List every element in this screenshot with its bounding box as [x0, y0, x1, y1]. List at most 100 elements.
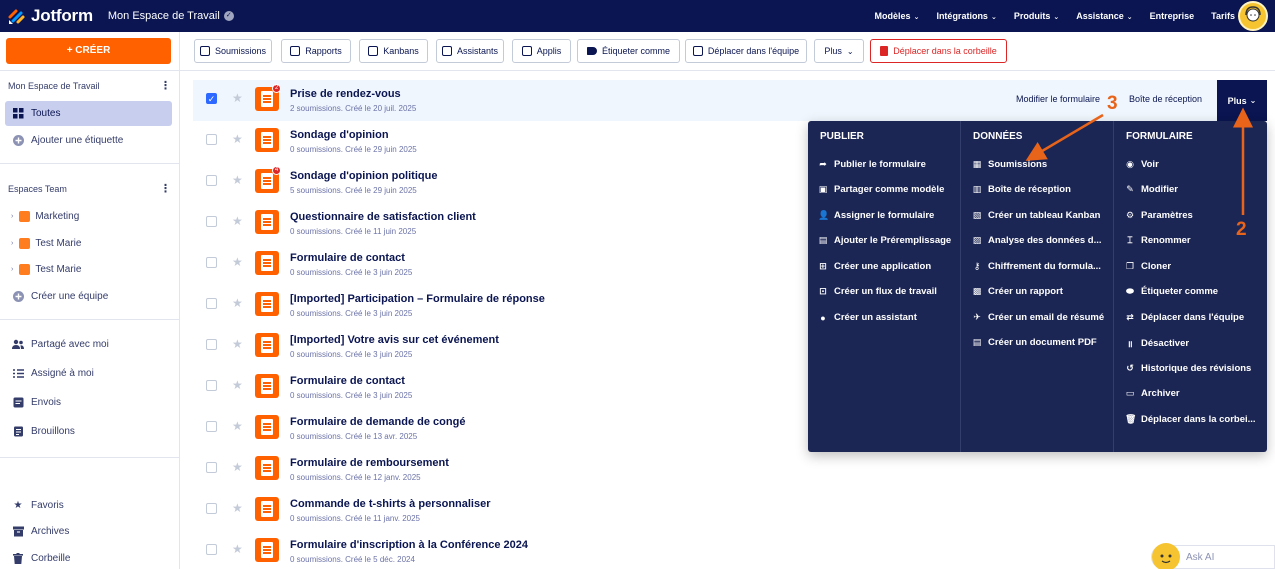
- row-checkbox[interactable]: [206, 421, 217, 432]
- toolbar-trash-button[interactable]: Déplacer dans la corbeille: [870, 39, 1007, 63]
- star-icon[interactable]: ★: [232, 132, 243, 146]
- menu-item-edit[interactable]: ✎ Modifier: [1125, 184, 1178, 195]
- chevron-right-icon[interactable]: ›: [11, 240, 13, 247]
- form-title[interactable]: [Imported] Participation – Formulaire de…: [290, 293, 545, 305]
- toolbar-submissions-button[interactable]: Soumissions: [194, 39, 272, 63]
- form-row[interactable]: ★ Commande de t-shirts à personnaliser 0…: [193, 490, 1259, 531]
- menu-item-create-app[interactable]: ⊞ Créer une application: [818, 261, 931, 272]
- row-checkbox[interactable]: [206, 175, 217, 186]
- form-title[interactable]: Formulaire de remboursement: [290, 457, 449, 469]
- row-checkbox[interactable]: ✓: [206, 93, 217, 104]
- sidebar-team-test-marie-2[interactable]: › Test Marie: [5, 257, 172, 282]
- star-icon[interactable]: ★: [232, 542, 243, 556]
- star-icon[interactable]: ★: [232, 460, 243, 474]
- ask-ai-button[interactable]: Ask AI: [1151, 543, 1275, 569]
- form-title[interactable]: Prise de rendez-vous: [290, 88, 401, 100]
- star-icon[interactable]: ★: [232, 501, 243, 515]
- inbox-link[interactable]: Boîte de réception: [1129, 94, 1202, 104]
- row-checkbox[interactable]: [206, 298, 217, 309]
- menu-item-create-report[interactable]: ▩ Créer un rapport: [972, 286, 1063, 297]
- form-title[interactable]: Formulaire de demande de congé: [290, 416, 465, 428]
- form-title[interactable]: Formulaire de contact: [290, 252, 405, 264]
- menu-item-data-analysis[interactable]: ▨ Analyse des données d...: [972, 235, 1102, 246]
- star-icon[interactable]: ★: [232, 378, 243, 392]
- menu-item-inbox[interactable]: ▥ Boîte de réception: [972, 184, 1071, 195]
- sidebar-item-all[interactable]: Toutes: [5, 101, 172, 126]
- menu-item-kanban[interactable]: ▧ Créer un tableau Kanban: [972, 210, 1101, 221]
- menu-item-settings[interactable]: ⚙ Paramètres: [1125, 210, 1193, 221]
- form-title[interactable]: [Imported] Votre avis sur cet événement: [290, 334, 499, 346]
- sidebar-create-team[interactable]: Créer une équipe: [5, 284, 172, 309]
- sidebar-item-shared[interactable]: Partagé avec moi: [5, 332, 172, 357]
- workspace-kebab-icon[interactable]: ⋮: [160, 79, 171, 92]
- menu-item-archive[interactable]: ▭ Archiver: [1125, 388, 1180, 399]
- jotform-logo[interactable]: Jotform: [8, 6, 93, 26]
- row-checkbox[interactable]: [206, 257, 217, 268]
- row-more-button[interactable]: Plus ⌄: [1217, 80, 1267, 121]
- toolbar-more-button[interactable]: Plus ⌄: [814, 39, 864, 63]
- sidebar-item-envois[interactable]: Envois: [5, 390, 172, 415]
- row-checkbox[interactable]: [206, 134, 217, 145]
- form-title[interactable]: Sondage d'opinion politique: [290, 170, 437, 182]
- star-icon[interactable]: ★: [232, 337, 243, 351]
- row-checkbox[interactable]: [206, 462, 217, 473]
- menu-item-move-team[interactable]: ⇄ Déplacer dans l'équipe: [1125, 312, 1244, 323]
- nav-integrations[interactable]: Intégrations ⌄: [936, 11, 996, 21]
- form-title[interactable]: Commande de t-shirts à personnaliser: [290, 498, 491, 510]
- row-checkbox[interactable]: [206, 339, 217, 350]
- toolbar-move-team-button[interactable]: Déplacer dans l'équipe: [685, 39, 807, 63]
- row-checkbox[interactable]: [206, 216, 217, 227]
- sidebar-item-assigned[interactable]: Assigné à moi: [5, 361, 172, 386]
- menu-item-move-trash[interactable]: 🗑 Déplacer dans la corbei...: [1125, 414, 1256, 425]
- star-icon[interactable]: ★: [232, 214, 243, 228]
- menu-item-publish-form[interactable]: ➦ Publier le formulaire: [818, 159, 926, 170]
- menu-item-label-as[interactable]: ⬬ Étiqueter comme: [1125, 286, 1218, 297]
- menu-item-rename[interactable]: ⌶ Renommer: [1125, 235, 1190, 246]
- form-row[interactable]: ✓ ★ 2 Prise de rendez-vous 2 soumissions…: [193, 80, 1267, 121]
- nav-produits[interactable]: Produits ⌄: [1014, 11, 1059, 21]
- chevron-right-icon[interactable]: ›: [11, 213, 13, 220]
- create-button[interactable]: + CRÉER: [6, 38, 171, 64]
- menu-item-create-workflow[interactable]: ⊡ Créer un flux de travail: [818, 286, 937, 297]
- toolbar-kanbans-button[interactable]: Kanbans: [359, 39, 428, 63]
- teams-kebab-icon[interactable]: ⋮: [160, 182, 171, 195]
- nav-tarifs[interactable]: Tarifs: [1211, 11, 1235, 21]
- toolbar-assistants-button[interactable]: Assistants: [436, 39, 504, 63]
- sidebar-add-label[interactable]: Ajouter une étiquette: [5, 128, 172, 153]
- menu-item-share-template[interactable]: ▣ Partager comme modèle: [818, 184, 945, 195]
- menu-item-encryption[interactable]: ⚷ Chiffrement du formula...: [972, 261, 1101, 272]
- row-checkbox[interactable]: [206, 380, 217, 391]
- sidebar-item-favorites[interactable]: ★ Favoris: [5, 493, 172, 518]
- edit-form-link[interactable]: Modifier le formulaire: [1016, 94, 1100, 104]
- form-title[interactable]: Formulaire d'inscription à la Conférence…: [290, 539, 528, 551]
- star-icon[interactable]: ★: [232, 255, 243, 269]
- toolbar-apps-button[interactable]: Applis: [512, 39, 571, 63]
- nav-assistance[interactable]: Assistance ⌄: [1076, 11, 1132, 21]
- star-icon[interactable]: ★: [232, 91, 243, 105]
- star-icon[interactable]: ★: [232, 419, 243, 433]
- menu-item-create-assistant[interactable]: ● Créer un assistant: [818, 312, 917, 323]
- star-icon[interactable]: ★: [232, 173, 243, 187]
- menu-item-create-pdf[interactable]: ▤ Créer un document PDF: [972, 337, 1097, 348]
- sidebar-team-marketing[interactable]: › Marketing: [5, 204, 172, 229]
- sidebar-item-drafts[interactable]: Brouillons: [5, 419, 172, 444]
- menu-item-history[interactable]: ↺ Historique des révisions: [1125, 363, 1251, 374]
- row-checkbox[interactable]: [206, 544, 217, 555]
- toolbar-reports-button[interactable]: Rapports: [281, 39, 351, 63]
- form-title[interactable]: Formulaire de contact: [290, 375, 405, 387]
- form-row[interactable]: ★ Formulaire d'inscription à la Conféren…: [193, 531, 1259, 569]
- menu-item-submissions[interactable]: ▦ Soumissions: [972, 159, 1047, 170]
- sidebar-team-test-marie[interactable]: › Test Marie: [5, 231, 172, 256]
- menu-item-summary-email[interactable]: ✈ Créer un email de résumé: [972, 312, 1104, 323]
- menu-item-assign-form[interactable]: 👤 Assigner le formulaire: [818, 210, 934, 221]
- menu-item-view[interactable]: ◉ Voir: [1125, 159, 1159, 170]
- toolbar-label-button[interactable]: Étiqueter comme: [577, 39, 680, 63]
- row-checkbox[interactable]: [206, 503, 217, 514]
- nav-modeles[interactable]: Modèles ⌄: [875, 11, 920, 21]
- user-avatar[interactable]: [1238, 1, 1268, 31]
- form-row[interactable]: ★ Formulaire de remboursement 0 soumissi…: [193, 449, 1259, 490]
- nav-entreprise[interactable]: Entreprise: [1150, 11, 1195, 21]
- chevron-right-icon[interactable]: ›: [11, 266, 13, 273]
- star-icon[interactable]: ★: [232, 296, 243, 310]
- menu-item-clone[interactable]: ❐ Cloner: [1125, 261, 1171, 272]
